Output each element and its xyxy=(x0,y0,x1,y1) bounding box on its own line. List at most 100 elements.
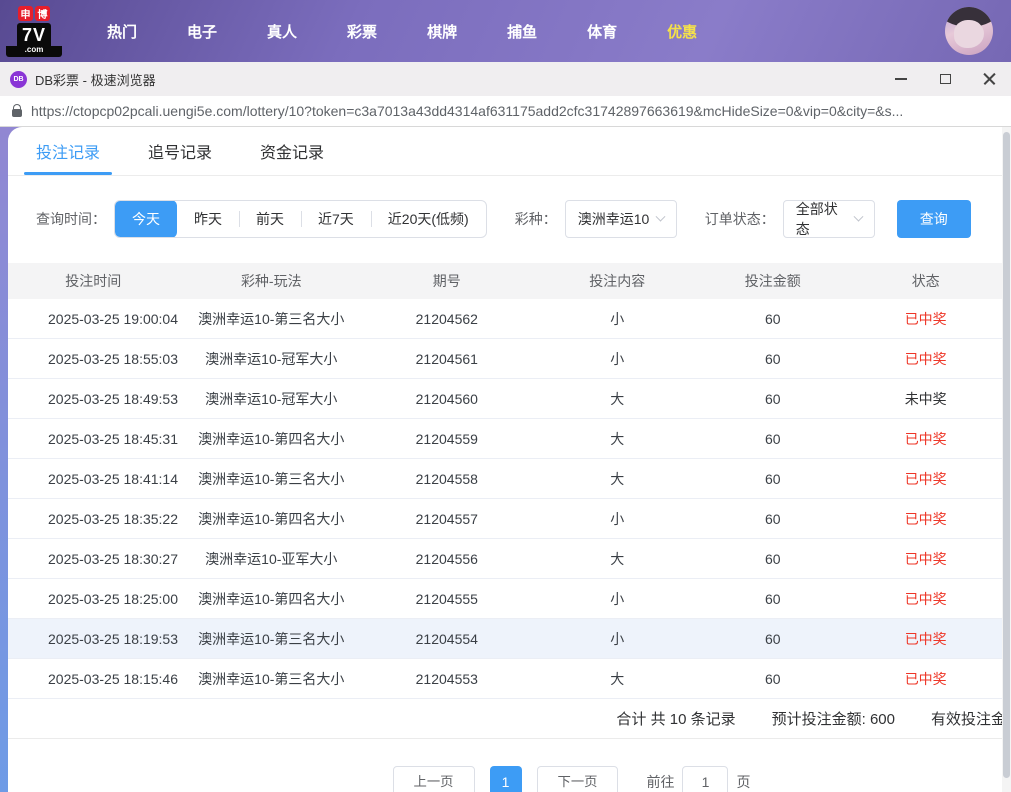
cell-time: 2025-03-25 18:19:53 xyxy=(48,630,178,647)
cell-period: 21204555 xyxy=(415,590,478,607)
cell-play: 澳洲幸运10-冠军大小 xyxy=(205,350,338,367)
cell-amount: 60 xyxy=(764,430,781,447)
cell-period: 21204553 xyxy=(415,670,478,687)
cell-amount: 60 xyxy=(764,550,781,567)
nav-item-0[interactable]: 热门 xyxy=(82,21,162,42)
cell-period: 21204560 xyxy=(415,390,478,407)
cell-time: 2025-03-25 19:00:04 xyxy=(48,310,178,327)
cell-content: 小 xyxy=(610,350,625,367)
cell-amount: 60 xyxy=(764,470,781,487)
cell-time: 2025-03-25 18:41:14 xyxy=(48,470,178,487)
cell-content: 小 xyxy=(610,630,625,647)
table-row[interactable]: 2025-03-25 18:49:53 澳洲幸运10-冠军大小 21204560 大 6… xyxy=(8,379,1011,419)
cell-content: 小 xyxy=(610,590,625,607)
prev-page-button[interactable]: 上一页 xyxy=(392,766,475,792)
nav-menu: 热门 电子 真人 彩票 棋牌 捕鱼 体育 优惠 xyxy=(82,21,722,42)
cell-period: 21204558 xyxy=(415,470,478,487)
goto-page-suffix: 页 xyxy=(736,774,751,790)
order-status-select-value: 全部状态 xyxy=(795,201,838,237)
nav-item-7[interactable]: 优惠 xyxy=(642,21,722,42)
cell-status: 已中奖 xyxy=(904,350,947,367)
tab-2[interactable]: 资金记录 xyxy=(260,127,324,175)
logo-badge-bo: 博 xyxy=(35,5,50,21)
nav-item-3[interactable]: 彩票 xyxy=(322,21,402,42)
lottery-select[interactable]: 澳洲幸运10 xyxy=(564,200,677,238)
goto-page-group: 前往 页 xyxy=(646,766,750,792)
site-navbar: 申 博 7V .com 热门 电子 真人 彩票 棋牌 捕鱼 体育 优惠 xyxy=(0,0,1011,62)
table-row[interactable]: 2025-03-25 18:35:22 澳洲幸运10-第四名大小 21204557 小… xyxy=(8,499,1011,539)
nav-item-6[interactable]: 体育 xyxy=(562,21,642,42)
logo-badge-shen: 申 xyxy=(18,5,33,21)
cell-status: 已中奖 xyxy=(904,510,947,527)
column-header-3: 投注内容 xyxy=(589,273,646,289)
table-body: 2025-03-25 19:00:04 澳洲幸运10-第三名大小 21204562 小… xyxy=(8,299,1011,699)
cell-play: 澳洲幸运10-第三名大小 xyxy=(198,470,345,487)
cell-status: 已中奖 xyxy=(904,630,947,647)
order-status-select[interactable]: 全部状态 xyxy=(782,200,875,238)
time-filter-option-4[interactable]: 近20天(低频) xyxy=(370,201,486,237)
table-row[interactable]: 2025-03-25 18:55:03 澳洲幸运10-冠军大小 21204561 小 6… xyxy=(8,339,1011,379)
minimize-icon xyxy=(895,78,907,80)
current-page-button[interactable]: 1 xyxy=(489,766,522,792)
close-icon xyxy=(983,73,996,86)
logo-badges: 申 博 xyxy=(18,5,50,21)
goto-page-input[interactable] xyxy=(682,766,729,792)
maximize-icon xyxy=(939,74,951,84)
nav-item-4[interactable]: 棋牌 xyxy=(402,21,482,42)
maximize-button[interactable] xyxy=(923,62,967,96)
cell-period: 21204562 xyxy=(415,310,478,327)
cell-content: 大 xyxy=(610,550,625,567)
bet-records-table: 投注时间 彩种-玩法 期号 投注内容 投注金额 状态 2025-03-25 19:00:0… xyxy=(8,263,1011,699)
table-row[interactable]: 2025-03-25 18:19:53 澳洲幸运10-第三名大小 21204554 小… xyxy=(8,619,1011,659)
cell-content: 大 xyxy=(610,430,625,447)
time-filter-option-0[interactable]: 今天 xyxy=(115,201,177,237)
nav-item-5[interactable]: 捕鱼 xyxy=(482,21,562,42)
user-avatar[interactable] xyxy=(945,7,993,55)
next-page-button[interactable]: 下一页 xyxy=(536,766,619,792)
table-header-row: 投注时间 彩种-玩法 期号 投注内容 投注金额 状态 xyxy=(8,263,1011,299)
column-header-5: 状态 xyxy=(911,273,940,289)
site-logo[interactable]: 申 博 7V .com xyxy=(6,5,62,57)
query-button[interactable]: 查询 xyxy=(896,200,971,238)
nav-item-2[interactable]: 真人 xyxy=(242,21,322,42)
table-row[interactable]: 2025-03-25 18:15:46 澳洲幸运10-第三名大小 21204553 大… xyxy=(8,659,1011,699)
cell-play: 澳洲幸运10-第三名大小 xyxy=(198,630,345,647)
url-text[interactable]: https://ctopcp02pcali.uengi5e.com/lotter… xyxy=(31,103,903,119)
minimize-button[interactable] xyxy=(879,62,923,96)
time-filter-label: 查询时间： xyxy=(36,211,106,227)
nav-item-1[interactable]: 电子 xyxy=(162,21,242,42)
chevron-down-icon xyxy=(853,211,864,222)
time-filter-option-3[interactable]: 近7天 xyxy=(301,201,371,237)
scrollbar-thumb[interactable] xyxy=(1003,132,1010,778)
cell-amount: 60 xyxy=(764,350,781,367)
pagination: 上一页 1 下一页 前往 页 xyxy=(70,766,1011,792)
cell-period: 21204554 xyxy=(415,630,478,647)
cell-period: 21204561 xyxy=(415,350,478,367)
column-header-0: 投注时间 xyxy=(65,273,122,289)
column-header-2: 期号 xyxy=(432,273,461,289)
tab-0[interactable]: 投注记录 xyxy=(23,127,113,175)
scrollbar-track[interactable] xyxy=(1002,127,1011,792)
url-bar[interactable]: https://ctopcp02pcali.uengi5e.com/lotter… xyxy=(0,96,1011,127)
lock-icon xyxy=(12,103,22,117)
tab-1[interactable]: 追号记录 xyxy=(148,127,212,175)
cell-period: 21204556 xyxy=(415,550,478,567)
table-row[interactable]: 2025-03-25 19:00:04 澳洲幸运10-第三名大小 21204562 小… xyxy=(8,299,1011,339)
cell-period: 21204557 xyxy=(415,510,478,527)
close-button[interactable] xyxy=(967,62,1011,96)
cell-play: 澳洲幸运10-第四名大小 xyxy=(198,430,345,447)
table-row[interactable]: 2025-03-25 18:25:00 澳洲幸运10-第四名大小 21204555 小… xyxy=(8,579,1011,619)
cell-status: 已中奖 xyxy=(904,590,947,607)
table-row[interactable]: 2025-03-25 18:41:14 澳洲幸运10-第三名大小 21204558 大… xyxy=(8,459,1011,499)
table-row[interactable]: 2025-03-25 18:30:27 澳洲幸运10-亚军大小 21204556 大 6… xyxy=(8,539,1011,579)
time-filter-option-1[interactable]: 昨天 xyxy=(177,201,239,237)
time-filter-option-2[interactable]: 前天 xyxy=(239,201,301,237)
chevron-down-icon xyxy=(655,211,666,222)
table-row[interactable]: 2025-03-25 18:45:31 澳洲幸运10-第四名大小 21204559 大… xyxy=(8,419,1011,459)
window-controls xyxy=(879,62,1011,96)
cell-amount: 60 xyxy=(764,510,781,527)
cell-play: 澳洲幸运10-冠军大小 xyxy=(205,390,338,407)
cell-amount: 60 xyxy=(764,630,781,647)
cell-time: 2025-03-25 18:15:46 xyxy=(48,670,178,687)
cell-time: 2025-03-25 18:49:53 xyxy=(48,390,178,407)
